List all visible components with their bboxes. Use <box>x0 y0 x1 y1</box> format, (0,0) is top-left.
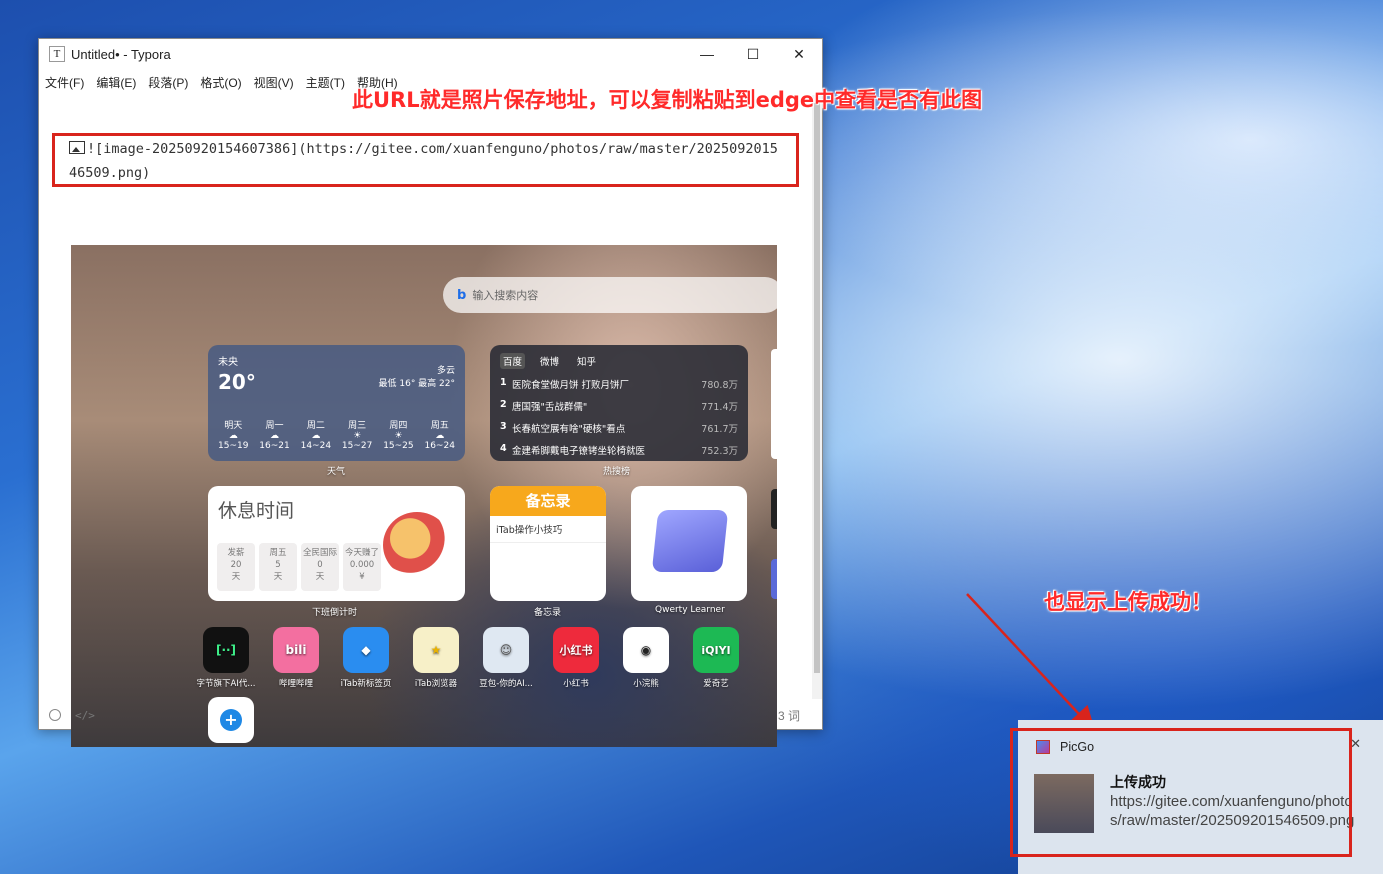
app-tile: 小红书 小红书 <box>541 627 611 689</box>
embedded-search-bar: b 输入搜索内容 <box>443 277 777 313</box>
window-title: Untitled• - Typora <box>71 46 171 62</box>
qwerty-label: Qwerty Learner <box>655 605 725 615</box>
app-grid: [··] 字节旗下AI代... bili 哔哩哔哩 ◆ iTab新标签页 ★ iTab浏… <box>191 627 751 689</box>
sun-icon: ☀ <box>394 431 403 441</box>
minimize-button[interactable]: — <box>684 39 730 69</box>
status-bar: </> 3 词 <box>39 701 822 729</box>
vertical-scrollbar[interactable] <box>812 95 822 699</box>
menu-view[interactable]: 视图(V) <box>254 74 294 91</box>
cloud-icon: ☁ <box>270 431 280 441</box>
app-tile: iQIYI 爱奇艺 <box>681 627 751 689</box>
cat-illustration <box>383 512 451 578</box>
memo-header: 备忘录 <box>490 486 606 516</box>
typora-app-icon: T <box>49 46 65 62</box>
hot-search-label: 热搜榜 <box>603 467 631 477</box>
app-tile: bili 哔哩哔哩 <box>261 627 331 689</box>
weather-day: 周三 ☀ 15~27 <box>341 421 373 451</box>
memo-widget: 备忘录 iTab操作小技巧 <box>490 486 606 601</box>
cloud-icon: ☁ <box>228 431 238 441</box>
keycap-icon <box>651 510 729 572</box>
menu-file[interactable]: 文件(F) <box>45 74 84 91</box>
memo-label: 备忘录 <box>534 608 562 618</box>
source-mode-toggle[interactable]: </> <box>75 709 95 722</box>
weather-day: 周一 ☁ 16~21 <box>259 421 290 451</box>
bing-icon: b <box>457 287 467 303</box>
embedded-search-placeholder: 输入搜索内容 <box>472 289 539 302</box>
hot-row: 3 长春航空展有啥"硬核"看点 761.7万 <box>500 421 738 435</box>
maximize-button[interactable]: ☐ <box>730 39 776 69</box>
menu-theme[interactable]: 主题(T) <box>306 74 345 91</box>
weather-day: 周五 ☁ 16~24 <box>424 421 455 451</box>
scroll-thumb[interactable] <box>814 103 820 673</box>
upload-annotation: 也显示上传成功！ <box>1044 590 1212 614</box>
weather-widget: 未央 20° 多云 最低 16° 最高 22° 明天 ☁ 15~19 周一 ☁ 16~2… <box>208 345 465 461</box>
app-tile: ★ iTab浏览器 <box>401 627 471 689</box>
hot-tab-baidu: 百度 <box>500 353 526 369</box>
editor-area[interactable]: ![image-20250920154607386](https://gitee… <box>39 95 812 747</box>
app-tile: [··] 字节旗下AI代... <box>191 627 261 689</box>
menu-paragraph[interactable]: 段落(P) <box>148 74 188 91</box>
hot-tab-weibo: 微博 <box>540 357 560 368</box>
hot-row: 2 唐国强"舌战群儒" 771.4万 <box>500 399 738 413</box>
hot-tab-zhihu: 知乎 <box>577 357 597 368</box>
edge-card <box>771 489 777 529</box>
image-preview[interactable]: b 输入搜索内容 未央 20° 多云 最低 16° 最高 22° 明天 ☁ 15~1… <box>71 245 777 747</box>
url-highlight-box <box>52 133 799 187</box>
edge-card <box>771 559 777 599</box>
sun-icon: ☀ <box>353 431 362 441</box>
cloud-icon: ☁ <box>435 431 445 441</box>
weather-label: 天气 <box>327 467 346 477</box>
hot-row: 4 金建希脚戴电子镣铐坐轮椅就医 752.3万 <box>500 443 738 457</box>
weather-condition: 多云 <box>436 366 455 376</box>
typora-window: T Untitled• - Typora — ☐ ✕ 文件(F) 编辑(E) 段… <box>38 38 823 747</box>
memo-item: iTab操作小技巧 <box>490 516 606 543</box>
close-button[interactable]: ✕ <box>776 39 822 69</box>
countdown-box: 周五 5 天 <box>259 543 297 591</box>
menu-edit[interactable]: 编辑(E) <box>96 74 136 91</box>
weather-day: 周二 ☁ 14~24 <box>300 421 332 451</box>
countdown-box: 发薪 20 天 <box>217 543 255 591</box>
toast-highlight-box <box>1010 728 1352 857</box>
app-tile: ◆ iTab新标签页 <box>331 627 401 689</box>
weather-range: 最低 16° 最高 22° <box>378 379 456 389</box>
countdown-widget: 休息时间 发薪 20 天 周五 5 天 全民国际 0 天 今天赚了 0.000 ¥ <box>208 486 465 601</box>
hot-search-widget: 百度 微博 知乎 1 医院食堂做月饼 打败月饼厂 780.8万 2 唐国强"舌战群儒"… <box>490 345 748 461</box>
cloud-icon: ☁ <box>311 431 321 441</box>
word-count[interactable]: 3 词 <box>778 707 800 724</box>
countdown-label: 下班倒计时 <box>312 608 358 618</box>
countdown-box: 今天赚了 0.000 ¥ <box>343 543 381 591</box>
url-annotation: 此URL就是照片保存地址，可以复制粘贴到edge中查看是否有此图 <box>352 88 983 112</box>
app-tile: ◉ 小浣熊 <box>611 627 681 689</box>
app-tile: ☺ 豆包-你的AI... <box>471 627 541 689</box>
edge-card <box>771 349 777 459</box>
weather-day: 明天 ☁ 15~19 <box>218 421 249 451</box>
menu-format[interactable]: 格式(O) <box>200 74 241 91</box>
hot-row: 1 医院食堂做月饼 打败月饼厂 780.8万 <box>500 377 738 391</box>
countdown-box: 全民国际 0 天 <box>301 543 339 591</box>
qwerty-widget <box>631 486 747 601</box>
outline-toggle-icon[interactable] <box>49 709 61 721</box>
title-bar: T Untitled• - Typora — ☐ ✕ <box>39 39 822 69</box>
weather-day: 周四 ☀ 15~25 <box>383 421 414 451</box>
